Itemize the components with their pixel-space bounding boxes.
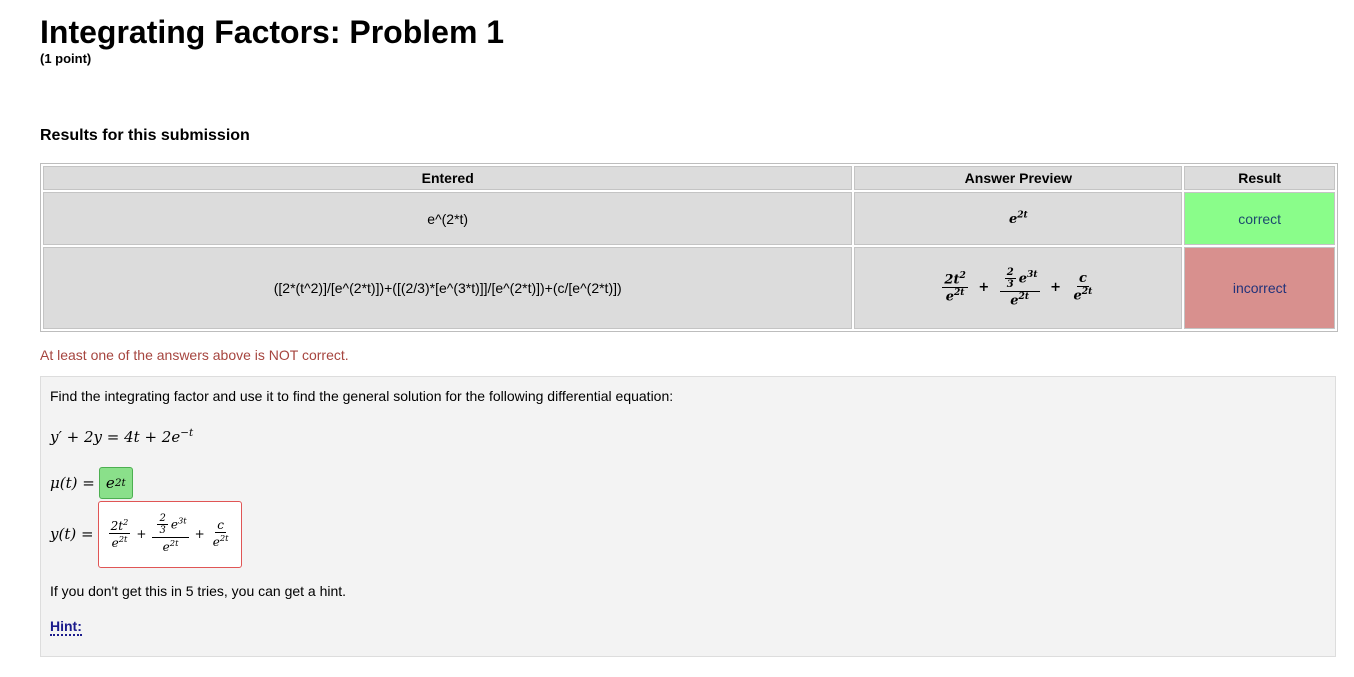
hint-info: If you don't get this in 5 tries, you ca…: [50, 583, 347, 599]
results-heading: Results for this submission: [40, 127, 250, 144]
mu-label: μ(t) =: [50, 474, 95, 492]
result-cell-correct: correct: [1184, 192, 1335, 245]
column-header-result: Result: [1184, 166, 1335, 190]
result-cell-incorrect: incorrect: [1184, 247, 1335, 329]
column-header-entered: Entered: [43, 166, 853, 190]
hint-link[interactable]: Hint:: [50, 618, 82, 636]
answer-preview-cell: 2t2 e2t + 2 3 e3t e2t + c e2t: [854, 247, 1183, 329]
column-header-answer-preview: Answer Preview: [854, 166, 1183, 190]
equation-exponent: −t: [180, 427, 194, 439]
table-row: e^(2*t) e2t correct: [43, 192, 1335, 245]
y-row: y(t) = 2t2 e2t + 2 3 e3t e2t + c e2t: [50, 500, 242, 568]
mu-row: μ(t) = e 2t: [50, 467, 133, 499]
page-title: Integrating Factors: Problem 1: [40, 14, 505, 50]
equation-text: y′ + 2y = 4t + 2e: [50, 428, 181, 446]
table-header-row: Entered Answer Preview Result: [43, 166, 1335, 190]
differential-equation: y′ + 2y = 4t + 2e−t: [50, 427, 193, 446]
entered-cell: ([2*(t^2)]/[e^(2*t)])+([(2/3)*[e^(3*t)]]…: [43, 247, 853, 329]
problem-prompt: Find the integrating factor and use it t…: [50, 388, 674, 404]
results-table: Entered Answer Preview Result e^(2*t) e2…: [40, 163, 1338, 332]
incorrect-warning: At least one of the answers above is NOT…: [40, 347, 349, 363]
entered-cell: e^(2*t): [43, 192, 853, 245]
points-label: (1 point): [40, 51, 92, 66]
y-label: y(t) =: [50, 525, 94, 543]
table-row: ([2*(t^2)]/[e^(2*t)])+([(2/3)*[e^(3*t)]]…: [43, 247, 1335, 329]
y-answer-field[interactable]: 2t2 e2t + 2 3 e3t e2t + c e2t: [97, 500, 242, 568]
preview-math-2: 2t2 e2t + 2 3 e3t e2t + c e2t: [942, 267, 1093, 309]
mu-answer-field[interactable]: e 2t: [98, 467, 133, 499]
answer-preview-cell: e2t: [854, 192, 1183, 245]
preview-math-1: e2t: [1008, 209, 1028, 228]
problem-box: Find the integrating factor and use it t…: [40, 376, 1336, 657]
